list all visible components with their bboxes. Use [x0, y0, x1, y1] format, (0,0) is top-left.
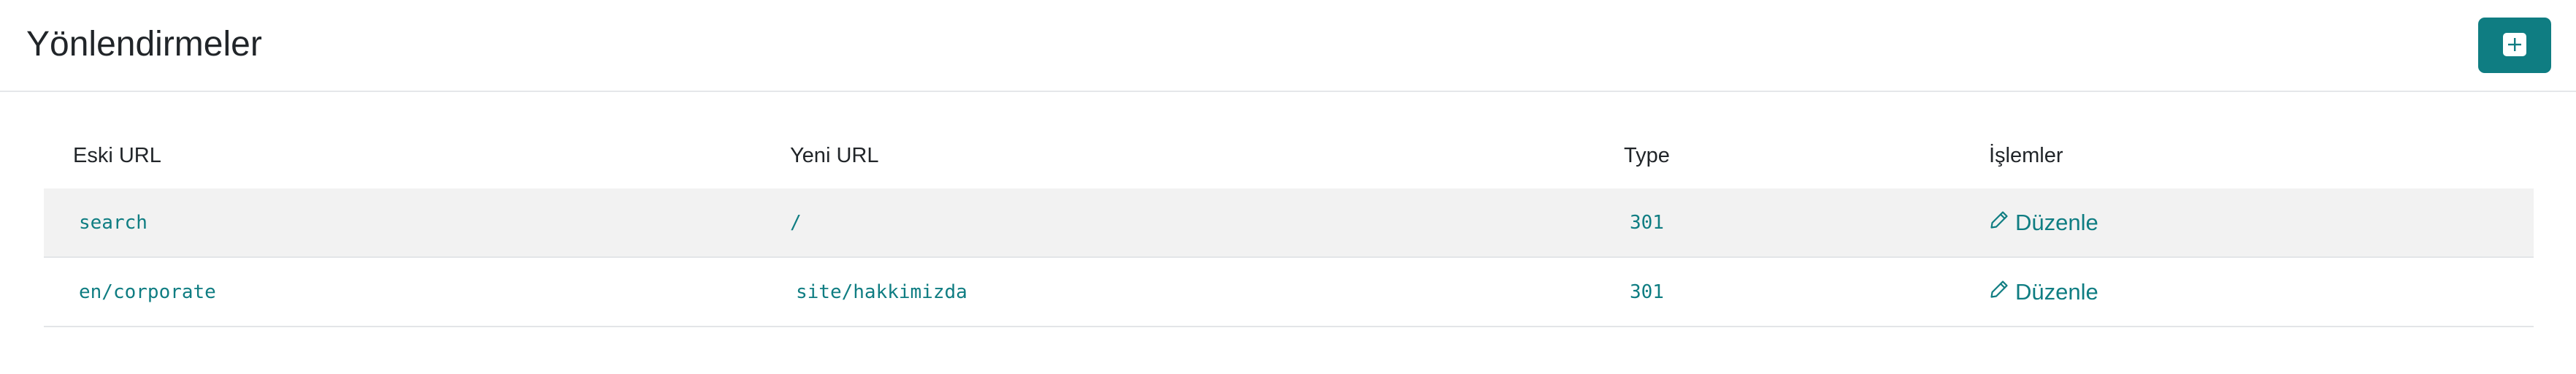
new-url-value: site/hakkimizda: [796, 280, 967, 303]
pencil-icon: [1989, 210, 2009, 236]
actions-cell: Düzenle: [1989, 257, 2534, 327]
old-url-value: search: [79, 211, 147, 234]
edit-link[interactable]: Düzenle: [1989, 279, 2098, 305]
actions-cell: Düzenle: [1989, 188, 2534, 258]
table-row: search / 301 Düzenle: [44, 188, 2534, 258]
new-url-value: /: [790, 211, 802, 234]
type-cell: 301: [1624, 188, 1989, 258]
add-redirect-button[interactable]: [2478, 18, 2551, 73]
table-header-row: Eski URL Yeni URL Type İşlemler: [44, 123, 2534, 188]
edit-link[interactable]: Düzenle: [1989, 210, 2098, 236]
page-header: Yönlendirmeler: [0, 0, 2576, 92]
pencil-icon: [1989, 279, 2009, 305]
old-url-cell: search: [44, 188, 790, 258]
column-header-type: Type: [1624, 143, 1670, 167]
new-url-cell: site/hakkimizda: [790, 257, 1624, 327]
redirects-table: Eski URL Yeni URL Type İşlemler search /…: [44, 123, 2534, 327]
column-header-actions: İşlemler: [1989, 143, 2063, 167]
column-header-new-url: Yeni URL: [790, 143, 879, 167]
old-url-value: en/corporate: [79, 280, 216, 303]
page-title: Yönlendirmeler: [26, 25, 262, 64]
type-value: 301: [1630, 211, 1664, 234]
old-url-cell: en/corporate: [44, 257, 790, 327]
edit-label: Düzenle: [2015, 278, 2098, 305]
redirects-table-container: Eski URL Yeni URL Type İşlemler search /…: [44, 123, 2534, 327]
type-cell: 301: [1624, 257, 1989, 327]
plus-square-icon: [2502, 32, 2527, 59]
new-url-cell: /: [790, 188, 1624, 258]
table-row: en/corporate site/hakkimizda 301 Düzenle: [44, 257, 2534, 327]
column-header-old-url: Eski URL: [73, 143, 161, 167]
edit-label: Düzenle: [2015, 209, 2098, 235]
type-value: 301: [1630, 280, 1664, 303]
